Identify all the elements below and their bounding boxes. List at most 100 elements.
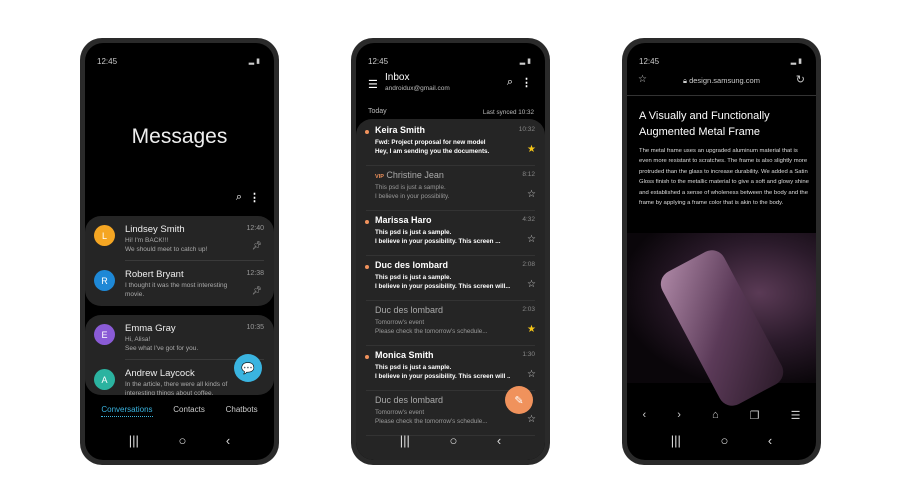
mail-item[interactable]: Keira Smith 10:32 Fwd: Project proposal …	[356, 121, 545, 166]
message-preview: I thought it was the most interesting mov…	[125, 282, 228, 298]
mail-time: 1:30	[522, 351, 535, 358]
sender-name: Keira Smith	[375, 125, 426, 135]
avatar: E	[94, 324, 115, 345]
account-email: androidux@gmail.com	[385, 85, 450, 92]
tab-conversations[interactable]: Conversations	[101, 405, 153, 417]
sender-name: Duc des lombard	[375, 395, 444, 405]
phone-browser: 12:45 ▂▮ ☆ 🔒︎ design.samsung.com ↻ A Vis…	[622, 38, 821, 465]
page-title: Messages	[131, 125, 228, 148]
system-nav: ||| ○ ‹	[356, 433, 545, 448]
compose-button[interactable]: ✎	[505, 386, 533, 414]
mail-preview: This psd is just a sample. I believe in y…	[375, 274, 510, 290]
star-icon[interactable]: ☆	[527, 369, 536, 380]
section-label: Today	[368, 108, 387, 115]
search-icon[interactable]: ⌕	[507, 76, 513, 89]
mail-item[interactable]: VIP Christine Jean 8:12 This psd is just…	[356, 166, 545, 211]
star-icon[interactable]: ★	[527, 144, 536, 155]
message-time: 12:38	[246, 270, 264, 277]
mail-time: 8:12	[522, 171, 535, 178]
mail-time: 10:32	[518, 126, 535, 133]
compose-chat-button[interactable]: 💬	[234, 354, 262, 382]
back-arrow-icon[interactable]: ‹	[643, 409, 647, 422]
sender-name: VIP Christine Jean	[375, 170, 444, 180]
divider	[627, 95, 816, 96]
contact-name: Robert Bryant	[125, 269, 184, 280]
message-preview: Hi, Alisa! See what I've got for you.	[125, 336, 199, 352]
star-icon[interactable]: ☆	[527, 414, 536, 425]
pinned-card: L Lindsey Smith 12:40 Hi! I'm BACK!!! We …	[85, 216, 274, 306]
contact-name: Lindsey Smith	[125, 224, 185, 235]
status-icons: ▂▮	[519, 58, 533, 65]
mail-time: 4:32	[522, 216, 535, 223]
mail-item[interactable]: Monica Smith 1:30 This psd is just a sam…	[356, 346, 545, 391]
status-time: 12:45	[97, 57, 118, 66]
star-icon[interactable]: ☆	[527, 189, 536, 200]
article-body: The metal frame uses an upgraded aluminu…	[639, 148, 809, 207]
unread-dot	[365, 265, 369, 269]
unread-dot	[365, 130, 369, 134]
phone-messages: 12:45 ▂▮ Messages ⌕ ⋮ L Lindsey Smith 12…	[80, 38, 279, 465]
star-icon[interactable]: ☆	[527, 234, 536, 245]
mail-time: 2:03	[522, 306, 535, 313]
status-time: 12:45	[639, 57, 660, 66]
article-title: A Visually and Functionally Augmented Me…	[639, 110, 770, 138]
avatar: R	[94, 270, 115, 291]
address-bar[interactable]: 🔒︎ design.samsung.com	[627, 76, 816, 86]
tab-contacts[interactable]: Contacts	[173, 405, 205, 417]
star-icon[interactable]: ★	[527, 324, 536, 335]
forward-arrow-icon[interactable]: ›	[677, 409, 681, 422]
more-icon[interactable]: ⋮	[521, 76, 532, 89]
contact-name: Emma Gray	[125, 323, 176, 334]
system-nav: ||| ○ ‹	[85, 433, 274, 448]
contact-name: Andrew Laycock	[125, 368, 195, 379]
sender-name: Marissa Haro	[375, 215, 432, 225]
message-time: 12:40	[246, 225, 264, 232]
unread-dot	[365, 220, 369, 224]
message-time: 10:35	[246, 324, 264, 331]
pin-icon: 📌︎	[251, 286, 262, 295]
url-text: design.samsung.com	[689, 76, 760, 85]
status-time: 12:45	[368, 57, 389, 66]
menu-icon[interactable]: ☰	[791, 409, 801, 422]
message-preview: Hi! I'm BACK!!! We should meet to catch u…	[125, 237, 208, 253]
tabs-icon[interactable]: ❐	[750, 409, 760, 422]
mail-preview: Tomorrow's event Please check the tomorro…	[375, 409, 488, 425]
folder-title: Inbox	[385, 72, 410, 83]
menu-icon[interactable]: ☰	[368, 78, 378, 91]
mail-preview: Tomorrow's event Please check the tomorro…	[375, 319, 488, 335]
conversation-item[interactable]: L Lindsey Smith 12:40 Hi! I'm BACK!!! We …	[85, 216, 274, 261]
back-icon[interactable]: ‹	[497, 433, 501, 448]
phone-email: 12:45 ▂▮ ☰ Inbox androidux@gmail.com ⌕ ⋮…	[351, 38, 550, 465]
mail-item[interactable]: Marissa Haro 4:32 This psd is just a sam…	[356, 211, 545, 256]
status-icons: ▂▮	[248, 58, 262, 65]
status-icons: ▂▮	[790, 58, 804, 65]
reload-icon[interactable]: ↻	[796, 73, 805, 86]
tab-chatbots[interactable]: Chatbots	[226, 405, 258, 417]
avatar: A	[94, 369, 115, 390]
mail-preview: Fwd: Project proposal for new model Hey, …	[375, 139, 490, 155]
edit-icon: ✎	[514, 394, 524, 407]
search-icon[interactable]: ⌕	[236, 191, 242, 204]
home-icon[interactable]: ○	[449, 433, 457, 448]
recents-icon[interactable]: |||	[400, 433, 410, 448]
system-nav: ||| ○ ‹	[627, 433, 816, 448]
home-icon[interactable]: ○	[178, 433, 186, 448]
sender-name: Duc des lombard	[375, 305, 444, 315]
unread-dot	[365, 355, 369, 359]
recents-icon[interactable]: |||	[671, 433, 681, 448]
pin-icon: 📌︎	[251, 241, 262, 250]
sender-name: Duc des lombard	[375, 260, 449, 270]
home-icon[interactable]: ○	[720, 433, 728, 448]
recents-icon[interactable]: |||	[129, 433, 139, 448]
star-icon[interactable]: ☆	[527, 279, 536, 290]
back-icon[interactable]: ‹	[768, 433, 772, 448]
more-icon[interactable]: ⋮	[249, 191, 260, 204]
home-icon[interactable]: ⌂	[712, 409, 719, 422]
mail-item[interactable]: Duc des lombard 2:08 This psd is just a …	[356, 256, 545, 301]
mail-item[interactable]: Duc des lombard 2:03 Tomorrow's event Ple…	[356, 301, 545, 346]
sync-status: Last synced 10:32	[482, 109, 534, 116]
back-icon[interactable]: ‹	[226, 433, 230, 448]
conversation-item[interactable]: R Robert Bryant 12:38 I thought it was t…	[85, 261, 274, 306]
product-image	[627, 233, 816, 411]
mail-preview: This psd is just a sample. I believe in y…	[375, 184, 450, 200]
